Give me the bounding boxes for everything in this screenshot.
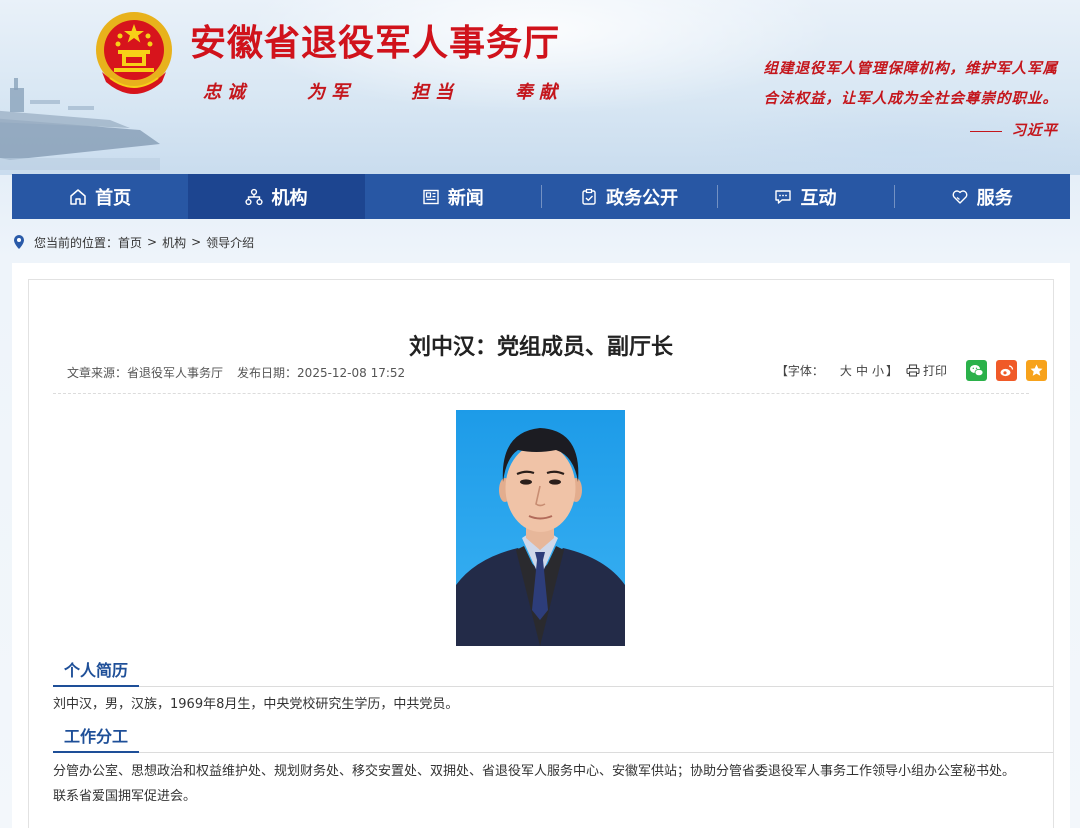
nav-item-organization[interactable]: 机构 — [188, 174, 365, 219]
font-bracket-open: 【 — [775, 364, 788, 378]
source-label: 文章来源： — [67, 366, 128, 380]
quote-author: 习近平 — [764, 116, 1059, 146]
chat-icon — [775, 189, 792, 204]
main-nav: 首页 机构 新闻 政务公开 互动 服务 — [12, 174, 1070, 219]
motto-item: 担当 — [411, 82, 459, 103]
nav-label: 首页 — [95, 187, 132, 209]
breadcrumb-prefix: 您当前的位置： — [34, 235, 119, 250]
font-bracket-close: 】 — [885, 364, 898, 378]
heart-hands-icon — [952, 189, 968, 204]
font-size-large[interactable]: 大 — [840, 362, 852, 379]
breadcrumb: 您当前的位置： 首页 > 机构 > 领导介绍 — [12, 232, 254, 252]
motto-item: 奉献 — [515, 82, 563, 103]
national-emblem-icon — [96, 12, 172, 94]
quote-line: 组建退役军人管理保障机构，维护军人军属 — [763, 60, 1058, 77]
duties-text-line2: 联系省爱国拥军促进会。 — [53, 789, 197, 804]
nav-item-news[interactable]: 新闻 — [365, 174, 541, 219]
site-header: 安徽省退役军人事务厅 忠诚 为军 担当 奉献 组建退役军人管理保障机构，维护军人… — [0, 0, 1080, 175]
font-size-label: 字体： — [787, 364, 824, 378]
nav-label: 互动 — [800, 187, 837, 209]
printer-icon — [906, 364, 920, 377]
article-meta: 文章来源：省退役军人事务厅 发布日期：2025-12-08 17:52 — [67, 364, 405, 381]
section-header-resume: 个人简历 — [53, 660, 1053, 687]
date-value: 2025-12-08 17:52 — [297, 366, 406, 380]
clipboard-icon — [582, 188, 596, 205]
quote-line: 合法权益，让军人成为全社会尊崇的职业。 — [763, 90, 1058, 107]
official-portrait-photo — [456, 410, 625, 646]
weibo-icon — [1000, 365, 1014, 377]
article-title: 刘中汉：党组成员、副厅长 — [408, 335, 673, 360]
home-icon — [70, 188, 86, 205]
section-title: 个人简历 — [53, 660, 140, 687]
breadcrumb-separator: > — [147, 235, 158, 249]
resume-text: 刘中汉，男，汉族，1969年8月生，中央党校研究生学历，中共党员。 — [53, 697, 459, 712]
section-title: 工作分工 — [53, 726, 140, 753]
font-size-medium[interactable]: 中 — [856, 362, 868, 379]
org-chart-icon — [245, 188, 264, 205]
motto-row: 忠诚 为军 担当 奉献 — [203, 78, 619, 104]
nav-item-interaction[interactable]: 互动 — [717, 174, 893, 219]
favorite-star-icon — [1030, 364, 1043, 376]
site-title: 安徽省退役军人事务厅 — [190, 22, 561, 64]
share-weibo-button[interactable] — [996, 360, 1017, 381]
section-header-duties: 工作分工 — [53, 726, 1053, 753]
newspaper-icon — [423, 189, 439, 204]
motto-item: 为军 — [307, 82, 355, 103]
source-value: 省退役军人事务厅 — [127, 366, 224, 380]
nav-item-gov-affairs[interactable]: 政务公开 — [540, 174, 717, 219]
nav-label: 机构 — [271, 187, 308, 209]
share-wechat-button[interactable] — [966, 360, 987, 381]
breadcrumb-link-organization[interactable]: 机构 — [162, 234, 186, 251]
meta-divider — [53, 393, 1029, 394]
date-label: 发布日期： — [237, 366, 298, 380]
content-panel: 刘中汉：党组成员、副厅长 文章来源：省退役军人事务厅 发布日期：2025-12-0… — [12, 263, 1070, 828]
leader-quote: 组建退役军人管理保障机构，维护军人军属 合法权益，让军人成为全社会尊崇的职业。 … — [764, 54, 1059, 146]
breadcrumb-link-home[interactable]: 首页 — [118, 234, 142, 251]
article-container: 刘中汉：党组成员、副厅长 文章来源：省退役军人事务厅 发布日期：2025-12-0… — [28, 279, 1054, 828]
breadcrumb-separator: > — [191, 235, 202, 249]
font-size-small[interactable]: 小 — [872, 362, 884, 379]
breadcrumb-link-leaders[interactable]: 领导介绍 — [206, 234, 254, 251]
nav-label: 新闻 — [447, 187, 484, 209]
motto-item: 忠诚 — [203, 82, 251, 103]
print-button[interactable]: 打印 — [906, 362, 947, 379]
nav-label: 政务公开 — [606, 187, 679, 209]
nav-label: 服务 — [976, 187, 1013, 209]
wechat-icon — [970, 365, 984, 377]
print-label: 打印 — [922, 364, 947, 378]
location-pin-icon — [14, 235, 24, 249]
article-tools: 【 字体： 大 中 小 】 打印 — [776, 360, 1047, 381]
nav-item-home[interactable]: 首页 — [12, 174, 188, 219]
duties-text-line1: 分管办公室、思想政治和权益维护处、规划财务处、移交安置处、双拥处、省退役军人服务… — [53, 764, 1016, 779]
nav-item-service[interactable]: 服务 — [893, 174, 1070, 219]
share-favorite-button[interactable] — [1026, 360, 1047, 381]
